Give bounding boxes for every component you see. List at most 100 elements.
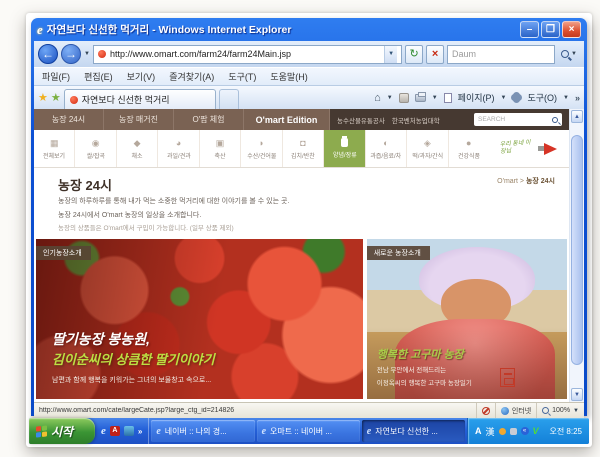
system-tray: A 漢 « V 오전 8:25 [467,418,589,444]
nav-tab-edition[interactable]: O'mart Edition [244,109,330,130]
banner-tag-new: 새로운 농장소개 [367,246,430,260]
banner-strawberry-farm[interactable]: 인기농장소개 딸기농장 봉농원, 김이순씨의 상큼한 딸기이야기 남편과 함께 … [36,239,363,399]
category-label: 양념/장류 [333,149,357,158]
taskbar-window-3-active[interactable]: e 자연보다 신선한 ... [362,420,465,442]
category-fruit[interactable]: ◕ 과일/견과 [157,130,198,167]
page-button[interactable]: 페이지(P) [458,91,495,104]
address-input[interactable]: http://www.omart.com/farm24/farm24Main.j… [93,45,402,64]
start-button[interactable]: 시작 [29,418,95,444]
status-link-url: http://www.omart.com/cate/largeCate.jsp?… [39,407,471,414]
taskbar-window-label: 네이버 :: 나의 경... [165,426,227,437]
quick-launch-more-icon[interactable]: » [138,427,142,436]
promo-megaphone-banner[interactable]: 우리 동네 이장님 [489,130,569,167]
print-dropdown-icon[interactable]: ▼ [432,95,438,101]
refresh-button[interactable]: ↻ [405,45,423,64]
category-vegetable[interactable]: ◆ 채소 [116,130,157,167]
menu-file[interactable]: 파일(F) [42,70,70,83]
category-seafood[interactable]: ◗ 수산/건어물 [240,130,281,167]
menu-edit[interactable]: 편집(E) [84,70,113,83]
favorites-center-icon[interactable]: ★ [38,91,48,104]
browser-window: e 자연보다 신선한 먹거리 - Windows Internet Explor… [31,18,587,416]
category-all[interactable]: ▦ 전체보기 [34,130,74,167]
forward-button[interactable]: → [61,44,81,64]
zoom-dropdown-icon[interactable]: ▼ [573,408,579,414]
print-icon[interactable] [415,94,426,102]
nav-tab-experience[interactable]: O'팜 체험 [174,109,244,130]
nav-tab-magazine[interactable]: 농장 매거진 [104,109,174,130]
gear-icon [512,93,521,102]
banner-sweet-potato-farm[interactable]: 새로운 농장소개 행복한 고구마 농장 전남 무안에서 전해드리는 이정옥씨의 … [367,239,567,399]
category-sauce-active[interactable]: 양념/장류 [323,130,364,167]
address-dropdown-icon[interactable]: ▼ [384,46,397,63]
partner-link-1[interactable]: 농수산물유통공사 [337,115,385,125]
tray-collapse-icon[interactable]: « [521,427,529,435]
category-bar: ▦ 전체보기 ◉ 쌀/잡곡 ◆ 채소 ◕ 과일/견과 [34,130,569,168]
category-label: 과일/견과 [167,150,191,159]
history-dropdown-icon[interactable]: ▼ [84,51,90,57]
taskbar-window-2[interactable]: e 오마트 :: 네이버 ... [257,420,360,442]
breadcrumb-root[interactable]: O'mart [497,178,518,185]
scroll-up-icon[interactable]: ▲ [571,110,583,123]
ie-logo-icon: e [37,22,43,38]
tray-icon-1[interactable] [499,428,506,435]
stop-button[interactable]: × [426,45,444,64]
search-input[interactable]: Daum [447,45,555,64]
back-button[interactable]: ← [38,44,58,64]
nav-tab-farm24[interactable]: 농장 24시 [34,109,104,130]
home-dropdown-icon[interactable]: ▼ [387,95,393,101]
scroll-down-icon[interactable]: ▼ [571,388,583,401]
ime-hanja-indicator[interactable]: 漢 [486,425,495,438]
banner-right-sub-2: 이정옥씨의 행복한 고구마 농장일기 [377,379,472,389]
site-search-icon[interactable] [552,117,558,123]
search-dropdown-icon[interactable]: ▼ [571,51,577,57]
more-toolbar-button[interactable]: » [575,93,580,103]
banner-left-title-1: 딸기농장 봉농원, [52,329,215,349]
section-description-2: 농장 24시에서 O'mart 농장의 일상을 소개합니다. [58,211,559,222]
close-button[interactable]: × [562,21,581,38]
title-bar[interactable]: e 자연보다 신선한 먹거리 - Windows Internet Explor… [34,18,584,41]
category-health[interactable]: ● 건강식품 [448,130,489,167]
rss-feed-icon[interactable] [399,93,409,103]
adobe-reader-icon[interactable]: A [110,426,120,436]
new-tab-button[interactable] [219,89,239,109]
search-go-button[interactable]: ▼ [558,50,580,58]
quick-launch-bar: e A » [95,418,149,444]
breadcrumb-current: 농장 24시 [526,178,555,185]
category-snack[interactable]: ◈ 떡/과자/간식 [406,130,447,167]
quick-launch-app-icon[interactable] [124,426,134,436]
menu-favorites[interactable]: 즐겨찾기(A) [169,70,214,83]
ime-english-indicator[interactable]: A [475,426,482,436]
quick-launch-ie-icon[interactable]: e [101,425,106,437]
zoom-level[interactable]: 100% [552,407,570,414]
minimize-button[interactable]: – [520,21,539,38]
tools-dropdown-icon[interactable]: ▼ [563,95,569,101]
vegetable-icon: ◆ [134,138,141,148]
antivirus-icon[interactable]: V [533,426,539,436]
status-shield-icon [482,407,490,415]
maximize-button[interactable]: ❐ [541,21,560,38]
partner-link-2[interactable]: 한국벤처농업대학 [392,115,440,125]
tools-button[interactable]: 도구(O) [527,91,557,104]
add-favorite-icon[interactable]: ★ [51,91,61,104]
fish-icon: ◗ [259,138,264,148]
menu-tools[interactable]: 도구(T) [228,70,256,83]
menu-view[interactable]: 보기(V) [127,70,156,83]
category-label: 과즙/음료/차 [370,150,401,159]
tray-icon-2[interactable] [510,428,517,435]
banner-left-title-2: 김이순씨의 상큼한 딸기이야기 [52,349,215,368]
vertical-scrollbar[interactable]: ▲ ▼ [569,109,584,402]
breadcrumb-separator: > [520,178,524,185]
site-search-input[interactable]: SEARCH [474,113,562,126]
home-icon[interactable]: ⌂ [374,92,381,104]
farmer-face-graphic [441,279,511,329]
scrollbar-thumb[interactable] [571,135,583,365]
category-livestock[interactable]: ▣ 축산 [199,130,240,167]
menu-help[interactable]: 도움말(H) [270,70,307,83]
category-rice[interactable]: ◉ 쌀/잡곡 [74,130,115,167]
category-beverage[interactable]: ◐ 과즙/음료/차 [365,130,406,167]
webpage: 농장 24시 농장 매거진 O'팜 체험 O'mart Edition 농수산물… [34,109,569,402]
taskbar-window-1[interactable]: e 네이버 :: 나의 경... [151,420,254,442]
page-dropdown-icon[interactable]: ▼ [501,95,507,101]
category-kimchi[interactable]: ◘ 김치/반찬 [282,130,323,167]
browser-tab[interactable]: 자연보다 신선한 먹거리 [64,89,216,109]
